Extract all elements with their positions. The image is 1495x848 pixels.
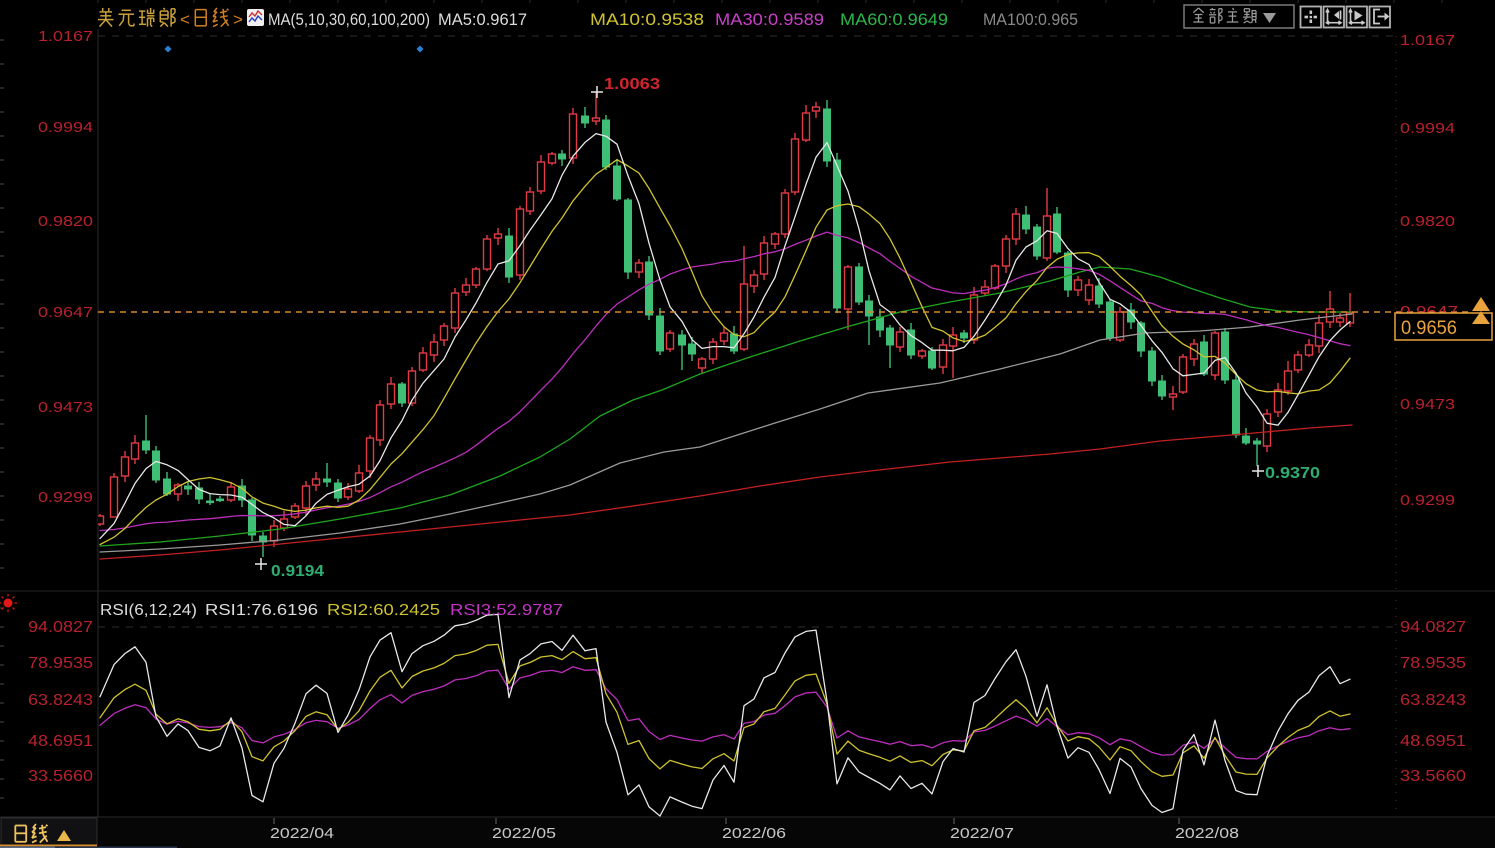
svg-text:78.9535: 78.9535 bbox=[28, 655, 93, 672]
svg-text:48.6951: 48.6951 bbox=[28, 733, 93, 750]
svg-text:0.9656: 0.9656 bbox=[1401, 318, 1457, 339]
svg-text:0.9370: 0.9370 bbox=[1265, 465, 1320, 482]
svg-text:MA10:0.9538: MA10:0.9538 bbox=[590, 10, 704, 29]
svg-text:MA100:0.965: MA100:0.965 bbox=[983, 10, 1078, 29]
svg-text:MA5:0.9617: MA5:0.9617 bbox=[438, 11, 527, 29]
svg-text:0.9994: 0.9994 bbox=[1400, 120, 1455, 137]
svg-text:1.0167: 1.0167 bbox=[1400, 32, 1455, 49]
svg-text:2022/04: 2022/04 bbox=[270, 825, 334, 842]
svg-text:0.9820: 0.9820 bbox=[1400, 213, 1455, 230]
svg-text:2022/05: 2022/05 bbox=[492, 825, 556, 842]
svg-text:0.9647: 0.9647 bbox=[38, 304, 93, 321]
svg-text:0.9473: 0.9473 bbox=[1400, 396, 1455, 413]
svg-text:RSI3:52.9787: RSI3:52.9787 bbox=[450, 602, 563, 619]
svg-text:0.9473: 0.9473 bbox=[38, 399, 93, 416]
svg-text:48.6951: 48.6951 bbox=[1400, 733, 1466, 750]
svg-text:RSI2:60.2425: RSI2:60.2425 bbox=[327, 602, 440, 619]
svg-text:63.8243: 63.8243 bbox=[1400, 692, 1466, 709]
svg-text:94.0827: 94.0827 bbox=[1400, 619, 1466, 636]
svg-text:RSI(6,12,24): RSI(6,12,24) bbox=[100, 602, 197, 619]
svg-text:63.8243: 63.8243 bbox=[28, 692, 93, 709]
svg-text:RSI1:76.6196: RSI1:76.6196 bbox=[205, 602, 318, 619]
svg-text:33.5660: 33.5660 bbox=[28, 768, 93, 785]
svg-text:2022/08: 2022/08 bbox=[1175, 825, 1239, 842]
svg-text:0.9299: 0.9299 bbox=[38, 489, 93, 506]
svg-text:MA30:0.9589: MA30:0.9589 bbox=[715, 10, 824, 29]
svg-text:2022/06: 2022/06 bbox=[722, 825, 786, 842]
svg-text:<: < bbox=[180, 10, 190, 29]
svg-text:MA(5,10,30,60,100,200): MA(5,10,30,60,100,200) bbox=[268, 11, 430, 29]
svg-text:0.9994: 0.9994 bbox=[38, 119, 93, 136]
svg-text:94.0827: 94.0827 bbox=[28, 619, 93, 636]
svg-text:0.9194: 0.9194 bbox=[271, 563, 324, 580]
svg-text:33.5660: 33.5660 bbox=[1400, 768, 1466, 785]
svg-text:1.0167: 1.0167 bbox=[38, 28, 93, 45]
svg-text:>: > bbox=[233, 10, 243, 29]
svg-text:0.9820: 0.9820 bbox=[38, 213, 93, 230]
svg-text:MA60:0.9649: MA60:0.9649 bbox=[840, 10, 948, 29]
svg-text:78.9535: 78.9535 bbox=[1400, 655, 1466, 672]
svg-text:0.9299: 0.9299 bbox=[1400, 492, 1455, 509]
svg-text:2022/07: 2022/07 bbox=[950, 825, 1014, 842]
svg-text:1.0063: 1.0063 bbox=[604, 76, 660, 93]
